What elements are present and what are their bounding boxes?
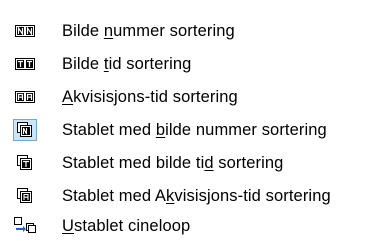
menu-item-label: Akvisisjons-tid sortering [62,87,238,106]
unstacked-cineloop-icon [14,216,36,236]
menu-item-label: Stablet med bilde tid sortering [62,153,284,172]
menu-item-frame-time-sort[interactable]: Bilde tid sortering [0,49,382,79]
menu-item-frame-number-sort[interactable]: Bilde nummer sortering [0,16,382,46]
menu-item-label: Stablet med bilde nummer sortering [62,120,327,139]
menu-item-label: Stablet med Akvisisjons-tid sortering [62,186,331,205]
sort-context-menu: Bilde nummer sortering Bilde tid sorteri… [0,0,382,241]
menu-item-label: Bilde tid sortering [62,54,192,73]
menu-item-stacked-time-sort[interactable]: Stablet med bilde tid sortering [0,148,382,178]
menu-item-stacked-acquisition-sort[interactable]: Stablet med Akvisisjons-tid sortering [0,181,382,211]
frame-number-sort-icon [14,21,36,41]
menu-item-unstacked-cineloop[interactable]: Ustablet cineloop [0,211,382,241]
stacked-time-sort-icon [14,153,36,173]
menu-item-label: Bilde nummer sortering [62,21,235,40]
menu-item-acquisition-time-sort[interactable]: Akvisisjons-tid sortering [0,82,382,112]
menu-item-stacked-number-sort[interactable]: Stablet med bilde nummer sortering [0,115,382,145]
acquisition-time-sort-icon [14,87,36,107]
stacked-number-sort-icon [13,119,37,141]
menu-item-label: Ustablet cineloop [62,216,191,235]
stacked-acquisition-sort-icon [14,186,36,206]
frame-time-sort-icon [14,54,36,74]
